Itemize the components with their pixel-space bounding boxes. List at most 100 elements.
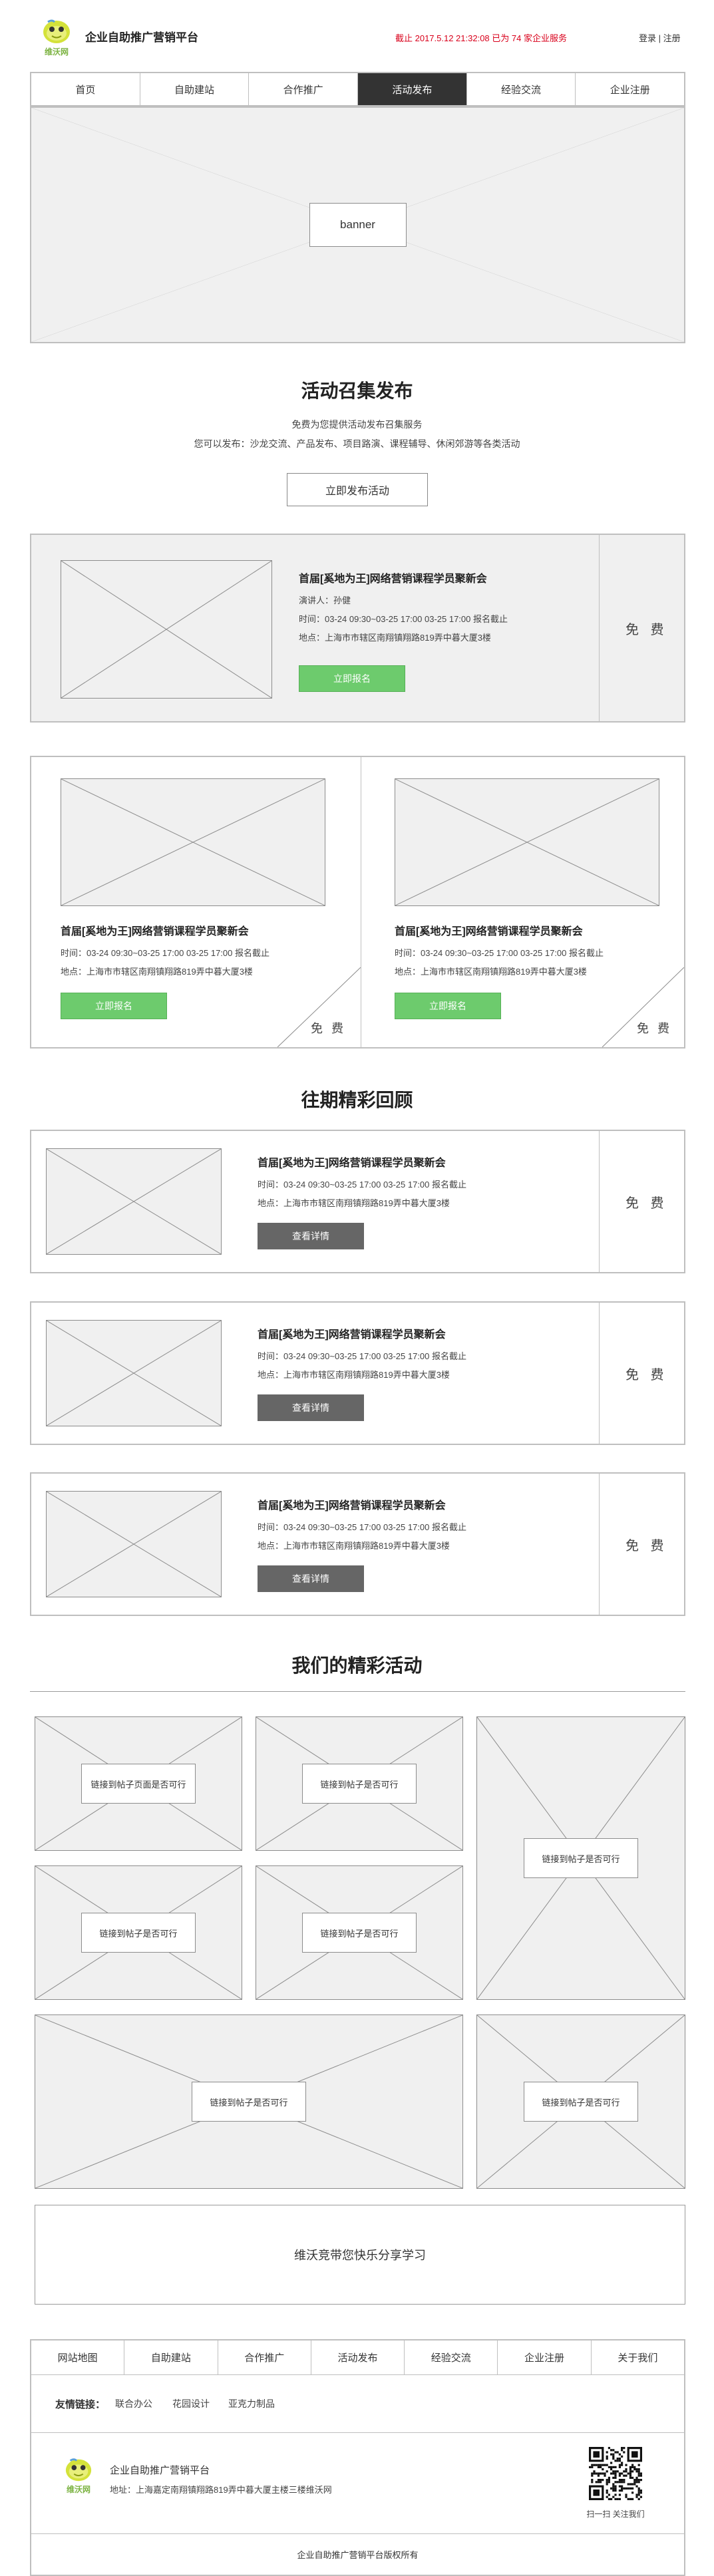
- publish-line-1: 免费为您提供活动发布召集服务: [291, 419, 423, 430]
- nav-item-company-register[interactable]: 企业注册: [576, 73, 684, 105]
- gallery-tile[interactable]: 链接到帖子是否可行: [476, 2014, 685, 2189]
- event-card-place: 地点：上海市市辖区南翔镇翔路819弄中暮大厦3楼: [61, 967, 253, 977]
- review-item-time: 时间：03-24 09:30~03-25 17:00 03-25 17:00 报…: [258, 1180, 466, 1190]
- gallery-tile[interactable]: 链接到帖子是否可行: [256, 1865, 463, 2000]
- gallery-tile-link[interactable]: 链接到帖子是否可行: [524, 1838, 638, 1878]
- review-item-price: 免 费: [625, 1368, 668, 1382]
- review-item: 首届[奚地为王]网络营销课程学员聚新会 时间：03-24 09:30~03-25…: [30, 1130, 685, 1273]
- event-card-image: [61, 778, 325, 906]
- gallery-tile[interactable]: 链接到帖子是否可行: [35, 1865, 242, 2000]
- view-details-button[interactable]: 查看详情: [258, 1223, 364, 1249]
- review-item-place: 地点：上海市市辖区南翔镇翔路819弄中暮大厦3楼: [258, 1198, 450, 1208]
- friend-link[interactable]: 花园设计: [172, 2397, 210, 2410]
- event-card-signup-button[interactable]: 立即报名: [395, 993, 501, 1019]
- friend-link[interactable]: 亚克力制品: [228, 2397, 275, 2410]
- event-card: 首届[奚地为王]网络营销课程学员聚新会 时间：03-24 09:30~03-25…: [361, 757, 684, 1047]
- gallery-tile-link[interactable]: 链接到帖子是否可行: [192, 2082, 306, 2122]
- event-card-place: 地点：上海市市辖区南翔镇翔路819弄中暮大厦3楼: [395, 967, 587, 977]
- copyright-bar: 企业自助推广营销平台版权所有: [31, 2533, 684, 2575]
- review-item-image: [46, 1148, 222, 1255]
- review-item-price: 免 费: [625, 1196, 668, 1211]
- event-card-signup-button[interactable]: 立即报名: [61, 993, 167, 1019]
- review-item: 首届[奚地为王]网络营销课程学员聚新会 时间：03-24 09:30~03-25…: [30, 1301, 685, 1445]
- gallery-tile[interactable]: 链接到帖子页面是否可行: [35, 1716, 242, 1851]
- share-banner: 维沃竞带您快乐分享学习: [35, 2205, 685, 2305]
- share-text: 维沃竞带您快乐分享学习: [294, 2249, 426, 2262]
- qr-caption: 扫一扫 关注我们: [586, 2509, 645, 2519]
- banner[interactable]: banner: [30, 106, 685, 343]
- gallery-tile-link[interactable]: 链接到帖子是否可行: [302, 1764, 417, 1804]
- friend-links-label: 友情链接：: [55, 2399, 106, 2410]
- featured-signup-button[interactable]: 立即报名: [299, 665, 405, 692]
- review-item-title[interactable]: 首届[奚地为王]网络营销课程学员聚新会: [258, 1154, 446, 1170]
- nav-item-home[interactable]: 首页: [31, 73, 140, 105]
- footer-nav-about[interactable]: 关于我们: [592, 2340, 684, 2374]
- featured-event-image: [61, 560, 272, 699]
- footer-nav-sitemap[interactable]: 网站地图: [31, 2340, 125, 2374]
- footer: 网站地图 自助建站 合作推广 活动发布 经验交流 企业注册 关于我们 友情链接：…: [30, 2339, 685, 2576]
- register-link[interactable]: 注册: [663, 33, 681, 43]
- review-price-divider: [599, 1131, 600, 1272]
- footer-nav-site-builder[interactable]: 自助建站: [124, 2340, 218, 2374]
- featured-event-time: 时间：03-24 09:30~03-25 17:00 03-25 17:00 报…: [299, 614, 508, 624]
- featured-event: 首届[奚地为王]网络营销课程学员聚新会 演讲人：孙健 时间：03-24 09:3…: [30, 534, 685, 723]
- friend-link[interactable]: 联合办公: [115, 2397, 152, 2410]
- friend-links: 友情链接： 联合办公 花园设计 亚克力制品: [31, 2376, 684, 2433]
- event-card-row: 首届[奚地为王]网络营销课程学员聚新会 时间：03-24 09:30~03-25…: [30, 756, 685, 1048]
- site-logo[interactable]: 维沃网: [39, 16, 75, 57]
- view-details-button[interactable]: 查看详情: [258, 1394, 364, 1421]
- footer-nav-cooperation[interactable]: 合作推广: [218, 2340, 311, 2374]
- featured-price: 免 费: [625, 623, 668, 637]
- auth-links: 登录 | 注册: [639, 31, 681, 44]
- gallery-tile-link[interactable]: 链接到帖子是否可行: [524, 2082, 638, 2122]
- publish-line-2: 您可以发布：沙龙交流、产品发布、项目路演、课程辅导、休闲郊游等各类活动: [194, 438, 520, 449]
- footer-company: 企业自助推广营销平台: [110, 2465, 210, 2476]
- event-card-title[interactable]: 首届[奚地为王]网络营销课程学员聚新会: [61, 922, 249, 938]
- gallery-tile[interactable]: 链接到帖子是否可行: [476, 1716, 685, 2000]
- view-details-button[interactable]: 查看详情: [258, 1565, 364, 1592]
- gallery-title: 我们的精彩活动: [291, 1655, 423, 1676]
- gallery-tile[interactable]: 链接到帖子是否可行: [35, 2014, 463, 2189]
- featured-event-place: 地点：上海市市辖区南翔镇翔路819弄中暮大厦3楼: [299, 633, 491, 643]
- footer-nav-company-register[interactable]: 企业注册: [498, 2340, 592, 2374]
- review-item-title[interactable]: 首届[奚地为王]网络营销课程学员聚新会: [258, 1325, 446, 1341]
- review-item-title[interactable]: 首届[奚地为王]网络营销课程学员聚新会: [258, 1496, 446, 1512]
- gallery-divider: [30, 1691, 685, 1692]
- gallery-tile[interactable]: 链接到帖子是否可行: [256, 1716, 463, 1851]
- gallery-tile-link[interactable]: 链接到帖子页面是否可行: [81, 1764, 196, 1804]
- footer-logo-text: 维沃网: [66, 2485, 90, 2494]
- gallery-tile-link[interactable]: 链接到帖子是否可行: [81, 1913, 196, 1953]
- event-card-price: 免 费: [311, 1022, 347, 1035]
- header: 维沃网 企业自助推广营销平台 截止 2017.5.12 21:32:08 已为 …: [0, 0, 714, 67]
- publish-event-button[interactable]: 立即发布活动: [287, 473, 428, 506]
- event-card-time: 时间：03-24 09:30~03-25 17:00 03-25 17:00 报…: [61, 948, 269, 958]
- copyright-text: 企业自助推广营销平台版权所有: [297, 2550, 419, 2560]
- gallery-tile-link[interactable]: 链接到帖子是否可行: [302, 1913, 417, 1953]
- review-item-time: 时间：03-24 09:30~03-25 17:00 03-25 17:00 报…: [258, 1351, 466, 1361]
- nav-item-experience[interactable]: 经验交流: [467, 73, 576, 105]
- event-card-time: 时间：03-24 09:30~03-25 17:00 03-25 17:00 报…: [395, 948, 604, 958]
- review-item-place: 地点：上海市市辖区南翔镇翔路819弄中暮大厦3楼: [258, 1370, 450, 1380]
- review-price-divider: [599, 1474, 600, 1615]
- review-item-price: 免 费: [625, 1539, 668, 1553]
- qr-code: [589, 2447, 642, 2500]
- review-item-image: [46, 1491, 222, 1597]
- logo-text: 维沃网: [44, 47, 69, 57]
- login-link[interactable]: 登录: [639, 33, 656, 43]
- review-item-place: 地点：上海市市辖区南翔镇翔路819弄中暮大厦3楼: [258, 1541, 450, 1551]
- review-item-image: [46, 1320, 222, 1426]
- event-card-title[interactable]: 首届[奚地为王]网络营销课程学员聚新会: [395, 922, 583, 938]
- nav-item-events[interactable]: 活动发布: [358, 73, 467, 105]
- featured-event-speaker: 演讲人：孙健: [299, 595, 351, 605]
- footer-nav-events[interactable]: 活动发布: [311, 2340, 405, 2374]
- nav-item-site-builder[interactable]: 自助建站: [140, 73, 250, 105]
- event-card: 首届[奚地为王]网络营销课程学员聚新会 时间：03-24 09:30~03-25…: [31, 757, 361, 1047]
- review-price-divider: [599, 1303, 600, 1444]
- review-item-time: 时间：03-24 09:30~03-25 17:00 03-25 17:00 报…: [258, 1522, 466, 1532]
- logo-icon: [43, 19, 70, 43]
- featured-event-title[interactable]: 首届[奚地为王]网络营销课程学员聚新会: [299, 569, 487, 585]
- nav-item-cooperation[interactable]: 合作推广: [249, 73, 359, 105]
- footer-nav: 网站地图 自助建站 合作推广 活动发布 经验交流 企业注册 关于我们: [31, 2340, 684, 2375]
- footer-nav-experience[interactable]: 经验交流: [405, 2340, 498, 2374]
- banner-label: banner: [309, 203, 407, 247]
